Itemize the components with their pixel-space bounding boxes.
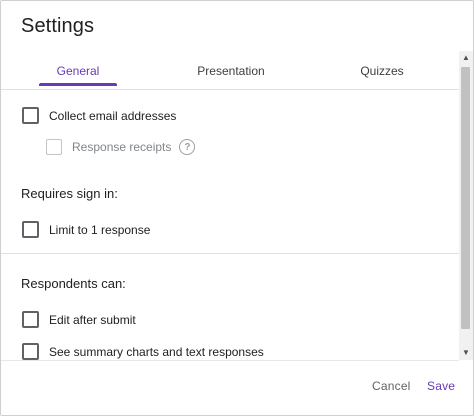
tab-quizzes[interactable]: Quizzes	[351, 59, 413, 89]
response-receipts-checkbox[interactable]	[46, 139, 62, 155]
active-tab-indicator	[39, 83, 117, 86]
scroll-up-arrow-icon[interactable]: ▲	[461, 53, 471, 63]
edit-after-submit-checkbox[interactable]	[22, 311, 39, 328]
collect-email-checkbox[interactable]	[22, 107, 39, 124]
tab-bar: General Presentation Quizzes	[1, 59, 457, 89]
response-receipts-label: Response receipts	[72, 140, 172, 154]
dialog-title: Settings	[21, 15, 95, 37]
see-summary-checkbox[interactable]	[22, 343, 39, 360]
tab-presentation[interactable]: Presentation	[187, 59, 275, 89]
edit-after-submit-option[interactable]: Edit after submit	[22, 311, 136, 328]
scroll-thumb[interactable]	[461, 67, 470, 329]
collect-email-option[interactable]: Collect email addresses	[22, 107, 176, 124]
settings-dialog: Settings General Presentation Quizzes Co…	[0, 0, 474, 416]
cancel-button[interactable]: Cancel	[372, 379, 411, 393]
see-summary-option[interactable]: See summary charts and text responses	[22, 343, 264, 360]
collect-email-label: Collect email addresses	[49, 108, 177, 123]
section-divider	[1, 253, 459, 254]
general-settings-panel: Collect email addresses Response receipt…	[1, 90, 459, 360]
respondents-can-heading: Respondents can:	[21, 276, 126, 291]
limit-one-response-checkbox[interactable]	[22, 221, 39, 238]
footer-divider	[1, 360, 459, 361]
see-summary-label: See summary charts and text responses	[49, 344, 264, 359]
scroll-down-arrow-icon[interactable]: ▼	[461, 348, 471, 358]
limit-one-response-label: Limit to 1 response	[49, 222, 151, 237]
requires-sign-in-heading: Requires sign in:	[21, 186, 118, 201]
save-button[interactable]: Save	[427, 379, 455, 393]
edit-after-submit-label: Edit after submit	[49, 312, 136, 327]
response-receipts-option[interactable]: Response receipts ?	[46, 139, 196, 155]
limit-one-response-option[interactable]: Limit to 1 response	[22, 221, 150, 238]
vertical-scrollbar[interactable]: ▲ ▼	[459, 51, 473, 360]
help-circle-icon[interactable]: ?	[179, 139, 196, 155]
